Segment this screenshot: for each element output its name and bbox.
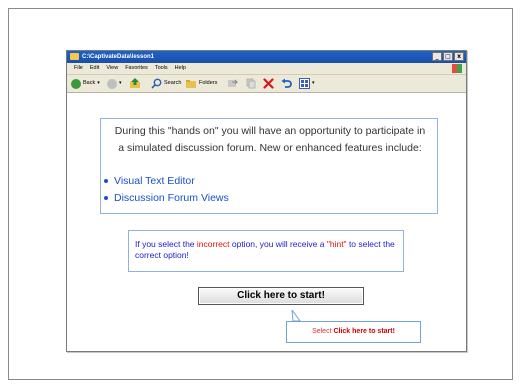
window-controls: _ □ x	[432, 52, 464, 61]
search-label: Search	[164, 80, 182, 86]
back-arrow-icon	[71, 78, 81, 89]
explorer-window: C:\CaptivateData\lesson1 _ □ x File Edit V…	[66, 50, 467, 352]
views-button[interactable]: ▾	[299, 78, 315, 89]
move-to-button[interactable]	[227, 78, 238, 89]
chevron-down-icon: ▾	[97, 80, 100, 86]
minimize-button[interactable]: _	[432, 52, 442, 61]
toolbar: Back ▾ ▾ Search Folders ▾	[67, 75, 466, 93]
folders-label: Folders	[199, 80, 218, 86]
forward-button[interactable]: ▾	[107, 78, 122, 89]
hint-text-part: option, you will receive a	[229, 239, 327, 249]
bullet-icon	[104, 196, 108, 201]
feature-label: Discussion Forum Views	[114, 192, 229, 204]
undo-button[interactable]	[281, 78, 292, 89]
folders-button[interactable]: Folders	[185, 78, 217, 89]
instruction-callout: Select Click here to start!	[286, 321, 421, 343]
search-icon	[151, 78, 162, 89]
menu-edit[interactable]: Edit	[90, 65, 99, 71]
content-area: During this "hands on" you will have an …	[67, 93, 466, 351]
hint-text-part: If you select the	[135, 239, 197, 249]
window-title: C:\CaptivateData\lesson1	[82, 54, 155, 60]
hint-text: If you select the incorrect option, you …	[135, 239, 397, 261]
menu-help[interactable]: Help	[175, 65, 186, 71]
close-window-button[interactable]: x	[454, 52, 464, 61]
intro-box: During this "hands on" you will have an …	[100, 118, 438, 214]
move-to-icon	[228, 79, 238, 87]
hint-word: "hint"	[326, 239, 347, 249]
folders-icon	[186, 80, 196, 88]
forward-arrow-icon	[107, 78, 117, 89]
menu-file[interactable]: File	[74, 65, 83, 71]
feature-item: Discussion Forum Views	[104, 192, 229, 204]
copy-to-icon	[246, 78, 256, 89]
search-button[interactable]: Search	[151, 78, 181, 89]
callout-prefix: Select	[312, 328, 334, 335]
views-grid-icon	[299, 78, 310, 89]
chevron-down-icon: ▾	[119, 80, 122, 86]
incorrect-word: incorrect	[196, 239, 230, 249]
maximize-button[interactable]: □	[443, 52, 453, 61]
bullet-icon	[104, 179, 108, 184]
undo-icon	[281, 78, 292, 88]
menu-view[interactable]: View	[106, 65, 118, 71]
intro-text: During this "hands on" you will have an …	[114, 125, 426, 154]
hint-box: If you select the incorrect option, you …	[128, 230, 404, 272]
feature-label: Visual Text Editor	[114, 175, 195, 187]
menu-tools[interactable]: Tools	[155, 65, 168, 71]
up-folder-button[interactable]	[129, 78, 141, 89]
up-folder-icon	[130, 78, 140, 88]
menu-favorites[interactable]: Favorites	[125, 65, 148, 71]
title-bar: C:\CaptivateData\lesson1 _ □ x	[67, 51, 466, 63]
feature-item: Visual Text Editor	[104, 175, 195, 187]
folder-icon	[70, 53, 79, 60]
back-label: Back	[83, 80, 96, 86]
delete-button[interactable]	[263, 78, 274, 89]
delete-x-icon	[263, 78, 274, 89]
windows-logo-icon	[452, 64, 462, 73]
chevron-down-icon: ▾	[312, 80, 315, 86]
copy-to-button[interactable]	[245, 78, 256, 89]
start-button[interactable]: Click here to start!	[198, 287, 364, 305]
back-button[interactable]: Back ▾	[71, 78, 100, 89]
menu-bar: File Edit View Favorites Tools Help	[67, 63, 466, 75]
callout-strong: Click here to start!	[333, 328, 395, 335]
